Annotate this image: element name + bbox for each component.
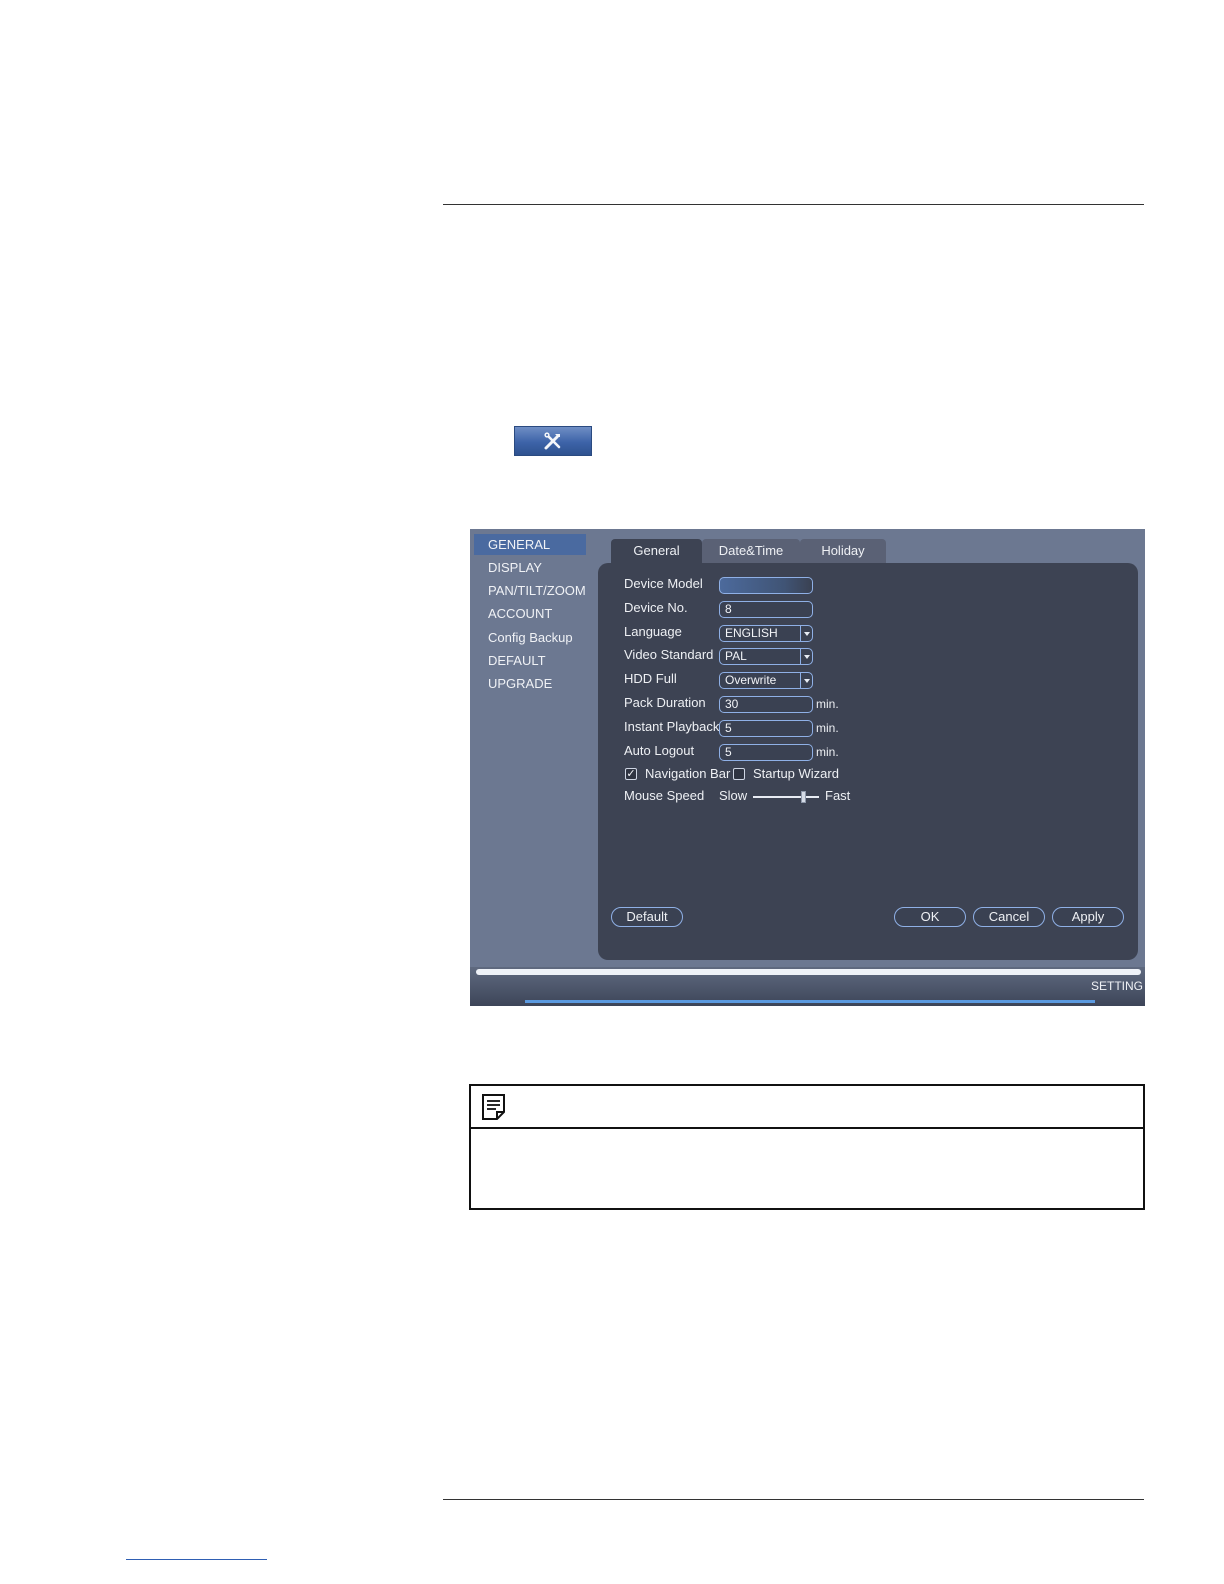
status-progress-line (476, 969, 1141, 975)
tab-general[interactable]: General (611, 539, 702, 563)
footer-rule (443, 1499, 1144, 1500)
device-no-label: Device No. (624, 600, 688, 615)
video-standard-value: PAL (725, 649, 747, 663)
apply-button[interactable]: Apply (1052, 907, 1124, 927)
sidebar-item-upgrade[interactable]: UPGRADE (474, 673, 586, 694)
tools-icon (544, 432, 561, 450)
sidebar-item-general[interactable]: GENERAL (474, 534, 586, 555)
status-text: SETTING (1090, 979, 1143, 993)
chevron-down-icon[interactable] (800, 626, 812, 641)
dvr-settings-screenshot: GENERAL DISPLAY PAN/TILT/ZOOM ACCOUNT Co… (470, 529, 1145, 1006)
mouse-speed-label: Mouse Speed (624, 788, 705, 803)
note-icon (482, 1094, 505, 1120)
chevron-down-icon[interactable] (800, 649, 812, 664)
status-highlight (525, 1000, 1095, 1003)
mouse-speed-slider[interactable] (753, 796, 819, 798)
pack-duration-unit: min. (816, 697, 839, 711)
sidebar-item-pan-tilt-zoom[interactable]: PAN/TILT/ZOOM (474, 580, 586, 601)
device-model-label: Device Model (624, 576, 703, 591)
device-model-field[interactable] (719, 577, 813, 594)
language-select[interactable]: ENGLISH (719, 625, 813, 642)
navigation-bar-label: Navigation Bar (645, 766, 731, 781)
tab-date-time[interactable]: Date&Time (702, 539, 800, 563)
mouse-speed-slider-thumb[interactable] (800, 791, 806, 803)
tab-holiday[interactable]: Holiday (800, 539, 886, 563)
language-value: ENGLISH (725, 626, 778, 640)
checkmark-icon: ✓ (626, 768, 636, 780)
mouse-speed-fast-label: Fast (825, 788, 851, 803)
header-rule (443, 204, 1144, 205)
hdd-full-value: Overwrite (725, 673, 777, 687)
pack-duration-field[interactable]: 30 (719, 696, 813, 713)
auto-logout-field[interactable]: 5 (719, 744, 813, 761)
sidebar-item-config-backup[interactable]: Config Backup (474, 627, 586, 648)
sidebar-item-display[interactable]: DISPLAY (474, 557, 586, 578)
footer-link-underline[interactable] (126, 1559, 267, 1560)
setup-tools-button[interactable] (514, 426, 592, 456)
sidebar-item-default[interactable]: DEFAULT (474, 650, 586, 671)
language-label: Language (624, 624, 682, 639)
mouse-speed-slow-label: Slow (719, 788, 748, 803)
pack-duration-label: Pack Duration (624, 695, 706, 710)
device-no-field[interactable]: 8 (719, 601, 813, 618)
instant-playback-label: Instant Playback (624, 719, 720, 734)
note-header (471, 1086, 1143, 1129)
cancel-button[interactable]: Cancel (973, 907, 1045, 927)
navigation-bar-checkbox[interactable]: ✓ (625, 768, 637, 780)
chevron-down-icon[interactable] (800, 673, 812, 688)
status-bar: SETTING (470, 967, 1145, 1006)
video-standard-label: Video Standard (624, 647, 714, 662)
hdd-full-label: HDD Full (624, 671, 677, 686)
instant-playback-unit: min. (816, 721, 839, 735)
startup-wizard-label: Startup Wizard (753, 766, 839, 781)
settings-sidebar: GENERAL DISPLAY PAN/TILT/ZOOM ACCOUNT Co… (470, 529, 590, 969)
ok-button[interactable]: OK (894, 907, 966, 927)
general-settings-panel: Device Model Device No. 8 Language ENGLI… (598, 563, 1138, 960)
sidebar-item-account[interactable]: ACCOUNT (474, 603, 586, 624)
instant-playback-field[interactable]: 5 (719, 720, 813, 737)
video-standard-select[interactable]: PAL (719, 648, 813, 665)
auto-logout-label: Auto Logout (624, 743, 695, 758)
note-box (469, 1084, 1145, 1210)
startup-wizard-checkbox[interactable] (733, 768, 745, 780)
auto-logout-unit: min. (816, 745, 839, 759)
default-button[interactable]: Default (611, 907, 683, 927)
hdd-full-select[interactable]: Overwrite (719, 672, 813, 689)
